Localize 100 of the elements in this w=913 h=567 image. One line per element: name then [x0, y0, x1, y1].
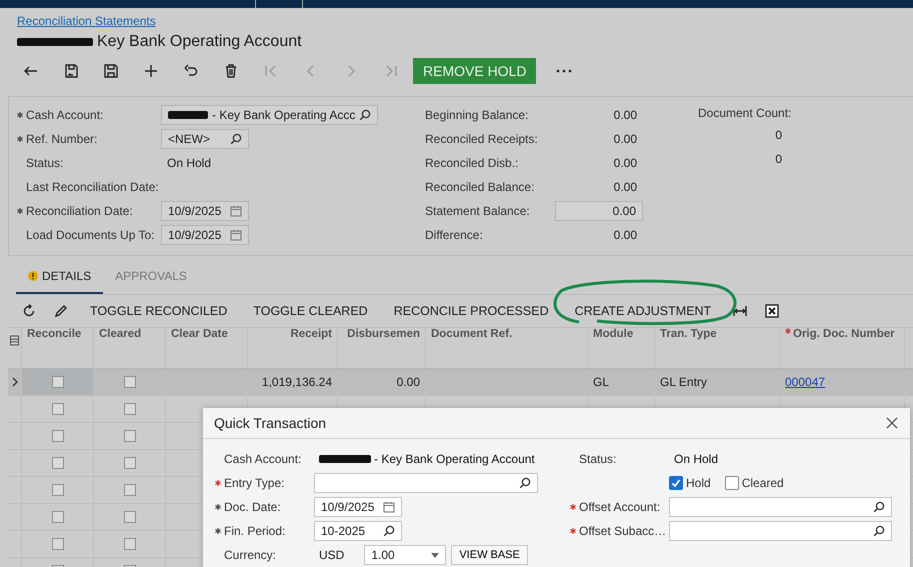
field-value: On Hold [673, 452, 718, 466]
search-icon[interactable] [359, 109, 372, 121]
field-label: Cash Account: [224, 452, 302, 466]
column-header[interactable]: Clear Date [171, 328, 228, 340]
field-label: Beginning Balance: [425, 108, 530, 122]
add-icon[interactable] [143, 63, 159, 79]
toolbar-button[interactable]: RECONCILE PROCESSED [382, 298, 561, 324]
checkbox[interactable] [124, 457, 136, 469]
field-value: - Key Bank Operating Account [374, 452, 535, 466]
refresh-icon[interactable] [21, 303, 37, 319]
chevron-icon [12, 377, 18, 387]
column-header[interactable]: Receipt [290, 328, 332, 340]
toolbar-button[interactable]: CREATE ADJUSTMENT [562, 298, 724, 324]
save-close-icon[interactable] [63, 63, 79, 79]
field-label: Offset Subacc… [579, 524, 668, 538]
column-settings-icon[interactable] [10, 335, 19, 346]
lookup-field[interactable] [314, 473, 538, 493]
field-label: Document Count: [697, 105, 792, 122]
lookup-field[interactable]: - Key Bank Operating Accc [161, 105, 378, 125]
checkbox[interactable] [52, 511, 64, 523]
checkbox[interactable] [52, 484, 64, 496]
search-icon[interactable] [230, 133, 242, 145]
field-label: Doc. Date: [224, 500, 282, 514]
field-label: Difference: [425, 228, 484, 242]
checkbox-label: Cleared [742, 476, 784, 490]
breadcrumb-link[interactable]: Reconciliation Statements [17, 14, 156, 30]
search-icon[interactable] [519, 477, 531, 489]
excel-icon[interactable] [764, 303, 780, 319]
search-icon[interactable] [383, 525, 395, 537]
date-field[interactable]: 10/9/2025 [161, 201, 249, 221]
field-value: 0 [774, 128, 782, 142]
page-title: Key Bank Operating Account [97, 33, 302, 51]
lookup-field[interactable]: 10-2025 [314, 521, 402, 541]
delete-icon[interactable] [223, 63, 239, 79]
search-icon[interactable] [873, 501, 885, 513]
field-label: Offset Account: [579, 500, 662, 514]
checkbox[interactable] [52, 430, 64, 442]
dropdown-icon[interactable] [431, 552, 440, 558]
column-header[interactable]: Document Ref. [431, 328, 512, 340]
table-cell: 0.00 [396, 375, 420, 389]
fit-icon[interactable] [732, 303, 748, 319]
edit-icon[interactable] [53, 303, 69, 319]
checkbox[interactable] [52, 376, 64, 388]
checkbox[interactable] [52, 538, 64, 550]
dialog-title: Quick Transaction [214, 415, 326, 431]
date-field[interactable]: 10/9/2025 [161, 225, 249, 245]
column-header[interactable]: Disbursemen [347, 328, 420, 340]
checkbox[interactable] [124, 430, 136, 442]
checkbox[interactable] [124, 376, 136, 388]
checkbox[interactable] [124, 511, 136, 523]
checkbox[interactable] [124, 538, 136, 550]
checkbox[interactable] [124, 403, 136, 415]
field-label: Cash Account: [26, 108, 104, 122]
field-label: Last Reconciliation Date: [26, 180, 160, 194]
field-value: 0.00 [612, 228, 638, 242]
field-label: Entry Type: [224, 476, 286, 490]
column-header[interactable]: Reconcile [27, 328, 82, 340]
date-field[interactable]: 10/9/2025 [314, 497, 402, 517]
calendar-icon[interactable] [230, 229, 242, 241]
column-header[interactable]: Cleared [99, 328, 142, 340]
toolbar-button[interactable]: TOGGLE RECONCILED [78, 298, 240, 324]
column-header[interactable]: Orig. Doc. Number [793, 328, 895, 340]
field-label: Load Documents Up To: [26, 228, 156, 242]
lookup-field[interactable] [669, 497, 892, 517]
field-value: 0 [774, 152, 782, 166]
remove-hold-button[interactable]: REMOVE HOLD [413, 58, 536, 84]
calendar-icon[interactable] [230, 205, 242, 217]
column-header[interactable]: Module [593, 328, 634, 340]
calendar-icon[interactable] [383, 501, 395, 513]
lookup-field[interactable] [669, 521, 892, 541]
amount-field[interactable]: 0.00 [555, 201, 643, 221]
tab[interactable]: DETAILS [16, 260, 104, 294]
field-value: 0.00 [612, 156, 638, 170]
checkbox-label: Hold [686, 476, 711, 490]
checkbox[interactable] [669, 476, 683, 490]
lookup-field[interactable]: <NEW> [161, 129, 249, 149]
checkbox[interactable] [52, 457, 64, 469]
more-icon[interactable] [556, 69, 572, 73]
toolbar-button[interactable]: TOGGLE CLEARED [241, 298, 380, 324]
checkbox[interactable] [724, 476, 739, 490]
field-label: Reconciled Receipts: [425, 132, 539, 146]
column-header[interactable]: Tran. Type [660, 328, 717, 340]
field-label: Status: [26, 156, 64, 170]
view-base-button[interactable]: VIEW BASE [451, 545, 528, 565]
currency-value: USD [318, 548, 344, 562]
table-cell: 1,019,136.24 [262, 375, 332, 389]
field-label: Fin. Period: [224, 524, 286, 538]
field-label: Currency: [224, 548, 278, 562]
save-icon[interactable] [103, 63, 119, 79]
rate-field[interactable]: 1.00 [364, 545, 446, 565]
table-cell: GL [593, 375, 610, 389]
field-label: Status: [579, 452, 618, 466]
search-icon[interactable] [873, 525, 885, 537]
close-icon[interactable] [886, 417, 898, 429]
field-label: Ref. Number: [26, 132, 98, 146]
field-value: 0.00 [612, 132, 638, 146]
checkbox[interactable] [52, 403, 64, 415]
field-value: On Hold [166, 156, 212, 170]
checkbox[interactable] [124, 484, 136, 496]
document-link[interactable]: 000047 [785, 375, 826, 389]
